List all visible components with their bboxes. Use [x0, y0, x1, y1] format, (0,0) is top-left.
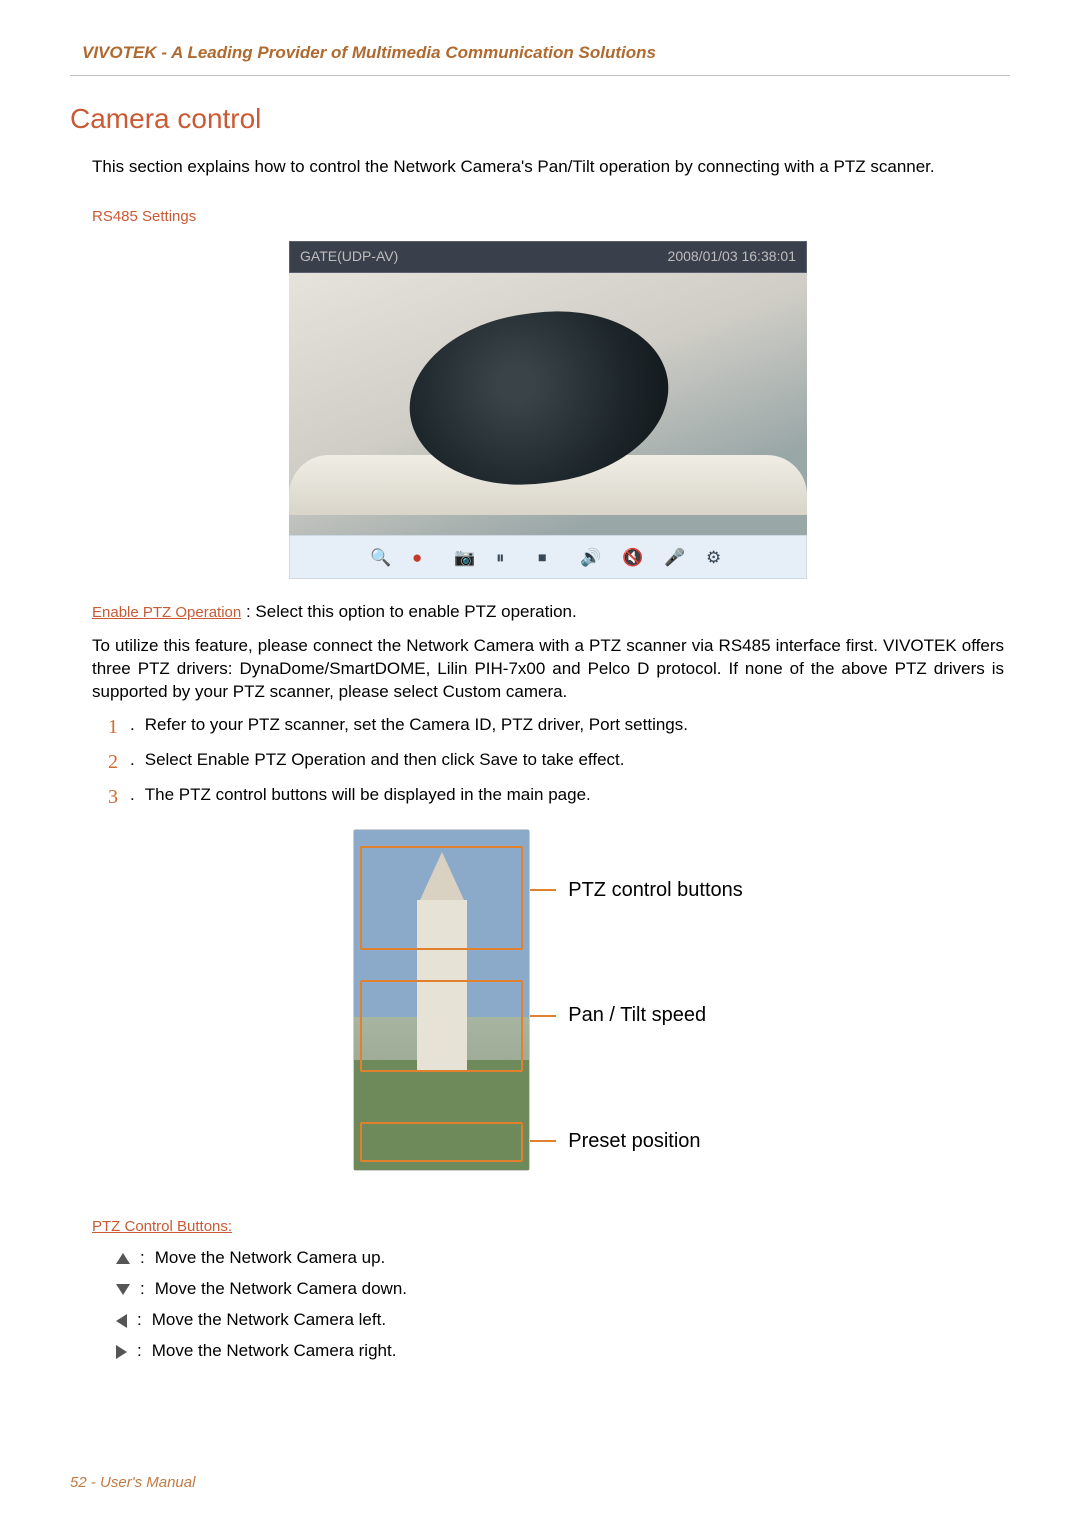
pause-icon[interactable]: ⏸ [496, 547, 516, 567]
ptz-right: :Move the Network Camera right. [116, 1340, 1004, 1363]
page-header-brand: VIVOTEK - A Leading Provider of Multimed… [82, 42, 1010, 65]
step-3: 3.The PTZ control buttons will be displa… [92, 784, 1004, 811]
body-content: This section explains how to control the… [92, 156, 1004, 1363]
enable-line: Enable PTZ Operation : Select this optio… [92, 597, 1004, 627]
step-2-text: Select Enable PTZ Operation and then cli… [145, 749, 625, 772]
step-1: 1.Refer to your PTZ scanner, set the Cam… [92, 714, 1004, 741]
up-icon [116, 1253, 130, 1264]
ptz-up: :Move the Network Camera up. [116, 1247, 1004, 1270]
enable-desc: : Select this option to enable PTZ opera… [246, 602, 577, 621]
ptz-left-text: Move the Network Camera left. [152, 1309, 386, 1332]
preview-panel [353, 829, 530, 1171]
anno-ptz-buttons: PTZ control buttons [568, 877, 743, 904]
anno-preset: Preset position [568, 1128, 700, 1155]
ptz-right-text: Move the Network Camera right. [152, 1340, 397, 1363]
camera-snapshot: GATE(UDP-AV) 2008/01/03 16:38:01 🔍 ● 📷 ⏸… [289, 241, 807, 579]
snapshot-toolbar: 🔍 ● 📷 ⏸ ⏹ 🔊 🔇 🎤 ⚙ [289, 535, 807, 579]
snapshot-image [289, 273, 807, 535]
volume-icon[interactable]: 🔊 [580, 547, 600, 567]
highlight-speed [360, 980, 523, 1072]
left-icon [116, 1314, 127, 1328]
ptz-left: :Move the Network Camera left. [116, 1309, 1004, 1332]
section-title: Camera control [70, 100, 1010, 138]
snapshot-titlebar: GATE(UDP-AV) 2008/01/03 16:38:01 [289, 241, 807, 273]
header-divider [70, 75, 1010, 76]
ptz-down: :Move the Network Camera down. [116, 1278, 1004, 1301]
ptz-button-list: :Move the Network Camera up. :Move the N… [116, 1247, 1004, 1363]
anno-speed: Pan / Tilt speed [568, 1002, 706, 1029]
snapshot-label: GATE(UDP-AV) [300, 247, 398, 266]
mic-icon[interactable]: 🎤 [664, 547, 684, 567]
right-icon [116, 1345, 127, 1359]
settings-icon[interactable]: ⚙ [706, 547, 726, 567]
ptz-down-text: Move the Network Camera down. [155, 1278, 407, 1301]
enable-paragraph: To utilize this feature, please connect … [92, 635, 1004, 704]
snapshot-icon[interactable]: 📷 [454, 547, 474, 567]
annotations: PTZ control buttons Pan / Tilt speed Pre… [556, 829, 743, 1169]
step-2: 2.Select Enable PTZ Operation and then c… [92, 749, 1004, 776]
subheading-rs485: RS485 Settings [92, 207, 196, 227]
ptz-buttons-heading: PTZ Control Buttons: [92, 1217, 232, 1237]
steps-list: 1.Refer to your PTZ scanner, set the Cam… [92, 714, 1004, 811]
document-page: VIVOTEK - A Leading Provider of Multimed… [0, 0, 1080, 1527]
ptz-up-text: Move the Network Camera up. [155, 1247, 386, 1270]
enable-label: Enable PTZ Operation [92, 603, 241, 623]
step-3-text: The PTZ control buttons will be displaye… [145, 784, 591, 807]
record-icon[interactable]: ● [412, 547, 432, 567]
stop-icon[interactable]: ⏹ [538, 547, 558, 567]
ptz-annotated-figure: PTZ control buttons Pan / Tilt speed Pre… [92, 829, 1004, 1171]
page-footer: 52 - User's Manual [70, 1473, 195, 1493]
highlight-ptz-buttons [360, 846, 523, 950]
intro-paragraph: This section explains how to control the… [92, 156, 1004, 179]
snapshot-timestamp: 2008/01/03 16:38:01 [668, 247, 796, 266]
down-icon [116, 1284, 130, 1295]
footer-label: User's Manual [100, 1474, 195, 1491]
page-number: 52 [70, 1474, 87, 1491]
zoom-icon[interactable]: 🔍 [370, 547, 390, 567]
step-1-text: Refer to your PTZ scanner, set the Camer… [145, 714, 688, 737]
mute-icon[interactable]: 🔇 [622, 547, 642, 567]
highlight-preset [360, 1122, 523, 1162]
